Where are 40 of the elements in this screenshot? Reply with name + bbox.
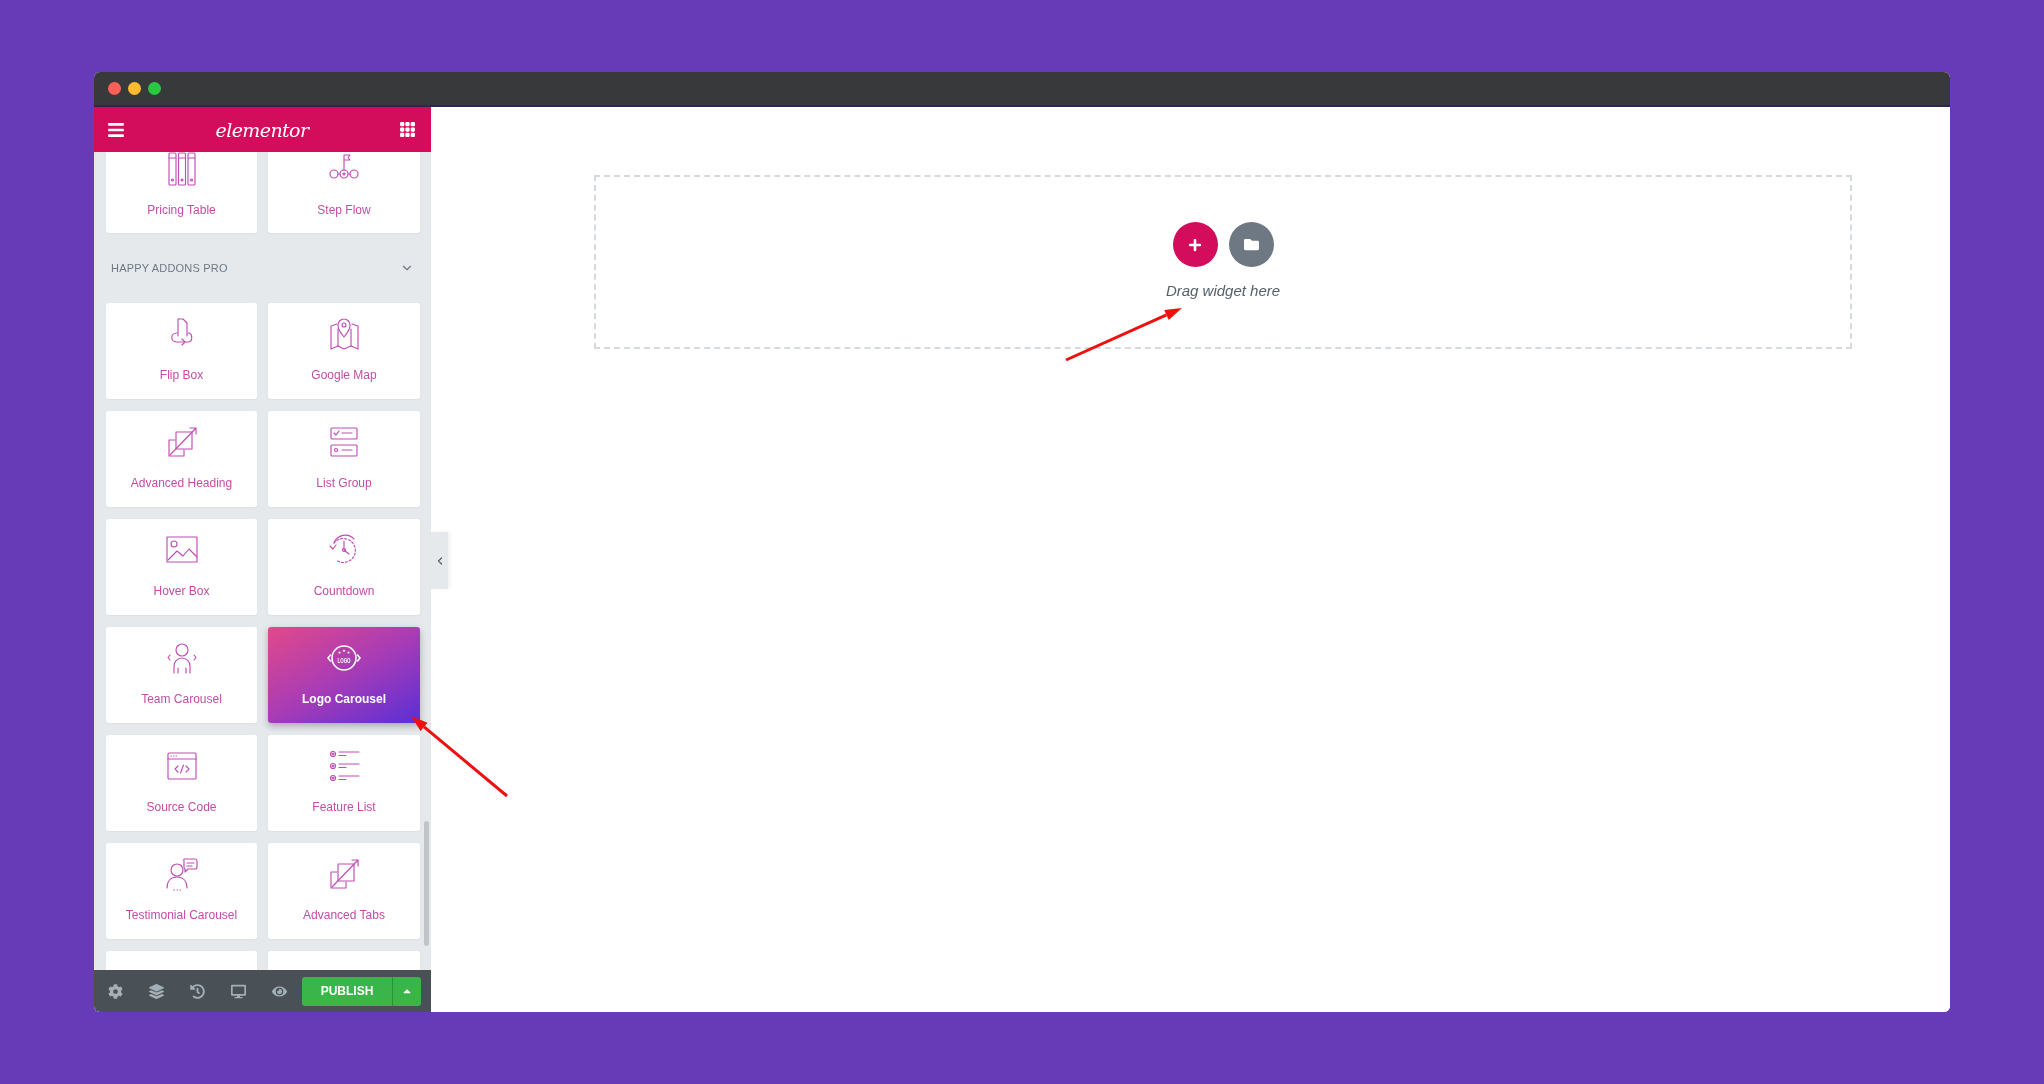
code-window-icon bbox=[164, 749, 199, 783]
map-pin-icon bbox=[327, 317, 361, 351]
bullet-list-icon bbox=[327, 749, 361, 783]
widget-card[interactable]: Countdown bbox=[268, 519, 420, 615]
section-title[interactable]: HAPPY ADDONS PRO bbox=[111, 262, 228, 274]
folder-icon bbox=[1243, 237, 1259, 252]
brand-logo: elementor bbox=[215, 118, 309, 141]
widget-card[interactable]: Advanced Heading bbox=[106, 411, 257, 507]
widget-card[interactable]: Testimonial Carousel bbox=[106, 843, 257, 939]
checklist-icon bbox=[327, 425, 361, 459]
person-carousel-icon bbox=[164, 641, 199, 675]
resize-squares-icon bbox=[327, 857, 361, 891]
widget-card[interactable]: Flip Box bbox=[106, 303, 257, 399]
widget-card[interactable]: Pricing Table bbox=[106, 152, 257, 233]
desktop-icon[interactable] bbox=[231, 983, 246, 999]
grid-icon[interactable] bbox=[399, 121, 416, 138]
publish-options-button[interactable] bbox=[392, 976, 421, 1006]
menu-icon[interactable] bbox=[107, 120, 125, 139]
person-speech-icon bbox=[164, 857, 199, 891]
minimize-dot-icon[interactable] bbox=[128, 82, 141, 95]
widget-card[interactable]: Source Code bbox=[106, 735, 257, 831]
history-icon[interactable] bbox=[190, 983, 205, 999]
scrollbar-thumb[interactable] bbox=[424, 821, 429, 946]
add-template-button[interactable] bbox=[1228, 222, 1274, 267]
settings-icon[interactable] bbox=[108, 983, 123, 999]
widget-card[interactable]: Feature List bbox=[268, 735, 420, 831]
add-section-button[interactable] bbox=[1172, 222, 1218, 267]
zoom-dot-icon[interactable] bbox=[148, 82, 161, 95]
drop-zone[interactable]: Drag widget here bbox=[594, 175, 1852, 349]
plus-icon bbox=[1188, 237, 1202, 252]
layers-icon[interactable] bbox=[149, 983, 164, 999]
widget-card[interactable]: Team Carousel bbox=[106, 627, 257, 723]
widget-card[interactable]: Google Map bbox=[268, 303, 420, 399]
close-dot-icon[interactable] bbox=[108, 82, 121, 95]
widget-card[interactable]: Step Flow bbox=[268, 152, 420, 233]
publish-button[interactable]: PUBLISH bbox=[302, 976, 392, 1006]
drop-hint: Drag widget here bbox=[1165, 282, 1281, 299]
widget-card[interactable]: Hover Box bbox=[106, 519, 257, 615]
widget-card[interactable]: Advanced Tabs bbox=[268, 843, 420, 939]
widget-card[interactable]: List Group bbox=[268, 411, 420, 507]
